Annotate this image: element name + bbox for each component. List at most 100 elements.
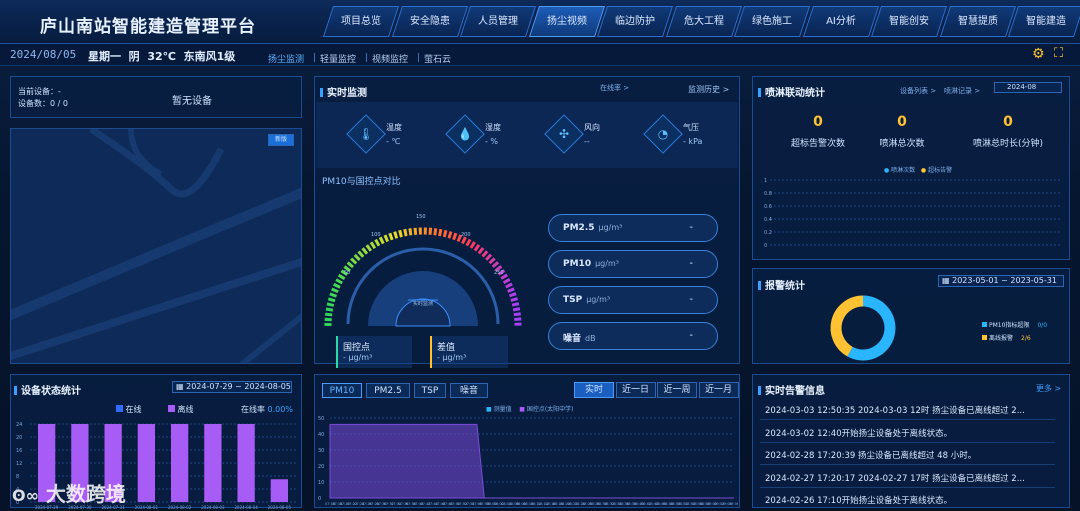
nav-tab-label: 绿色施工 [752, 16, 792, 27]
x-tick: 2024-08-05 [268, 505, 292, 510]
nav-tab[interactable]: 扬尘视频 [528, 6, 605, 37]
map-roads [11, 129, 301, 363]
map-badge[interactable]: 新版 [268, 134, 294, 146]
nav-tab-label: 危大工程 [683, 16, 724, 27]
no-device-text: 暂无设备 [172, 96, 212, 107]
alert-item[interactable]: 2024-03-03 12:50:35 2024-03-03 12时 扬尘设备已… [765, 404, 1055, 416]
nav-tab[interactable]: 项目总览 [322, 6, 400, 37]
trend-range-button[interactable]: 近一日 [615, 382, 656, 398]
y-tick: 20 [318, 464, 324, 470]
y-tick: 0.6 [764, 204, 772, 210]
subtab-light-monitor[interactable]: 轻量监控 [320, 52, 356, 65]
y-tick: 10 [318, 480, 324, 486]
pm10-gauge: 实时监测 50 100 150 200 250 [324, 214, 522, 327]
alerts-more-link[interactable]: 更多 > [1036, 383, 1061, 394]
area-national [329, 423, 734, 499]
trend-range-button[interactable]: 实时 [574, 382, 614, 398]
pollutant-pill: TSP μg/m³ - [548, 286, 718, 314]
alert-item[interactable]: 2024-02-27 17:20:17 2024-02-27 17时 扬尘设备已… [765, 472, 1055, 484]
y-tick: 40 [318, 432, 324, 438]
nav-tab-label: 扬尘视频 [546, 16, 587, 27]
device-date-range[interactable]: ▦ 2024-07-29 ~ 2024-08-05 [172, 381, 292, 393]
spray-stat-label: 喷淋总次数 [879, 139, 925, 149]
thermometer-icon-glyph: 🌡 [358, 127, 374, 141]
gauge-tick: 250 [494, 270, 504, 276]
nav-tab[interactable]: AI分析 [802, 6, 879, 37]
device-range-end: 2024-08-05 [244, 382, 291, 391]
y-tick: 0.2 [764, 230, 772, 236]
nav-tab[interactable]: 智慧提质 [939, 6, 1016, 37]
legend-square-icon [982, 335, 987, 340]
spray-title: 喷淋联动统计 [758, 84, 825, 99]
bar-offline [137, 424, 156, 502]
alert-item[interactable]: 2024-02-28 17:20:39 扬尘设备已离线超过 48 小时。 [765, 449, 1055, 461]
current-device-value: - [58, 87, 61, 96]
trend-tab[interactable]: PM10 [322, 383, 362, 398]
gear-icon[interactable]: ⚙ [1032, 46, 1048, 62]
nav-tab[interactable]: 危大工程 [665, 6, 742, 37]
nav-tab[interactable]: 绿色施工 [733, 6, 811, 37]
nav-tab-label: 智能建造 [1026, 16, 1066, 27]
subtab-dust-monitor[interactable]: 扬尘监测 [268, 52, 304, 65]
metric-value: -- [584, 137, 590, 146]
legend-square-icon [168, 405, 175, 412]
alarm-range-sep: ~ [1001, 276, 1008, 285]
device-count: 设备数：0 / 0 [18, 98, 68, 109]
watermark-icon: ʘ∞ [12, 486, 39, 505]
pill-value: - [689, 258, 693, 269]
national-point-box: 国控点 - μg/m³ [336, 336, 412, 368]
watermark-logo: ʘ∞ 大数跨境 [12, 478, 126, 507]
x-tick: 2024-08-02 [168, 505, 192, 510]
spray-record-link[interactable]: 喷淋记录 > [944, 86, 980, 96]
trend-tab[interactable]: TSP [414, 383, 446, 398]
wind: 东南风1级 [183, 50, 236, 63]
bar-offline [270, 479, 289, 502]
alarm-legend-value: 0/0 [1037, 322, 1048, 329]
trend-range-button[interactable]: 近一月 [698, 382, 739, 398]
y-tick: 30 [318, 448, 324, 454]
fullscreen-icon[interactable]: ⛶ [1054, 46, 1070, 62]
legend-online-label: 在线 [125, 405, 142, 414]
metric-label: 气压 [683, 123, 699, 132]
subtab-video-monitor[interactable]: 视频监控 [372, 52, 408, 65]
alarm-stats-title: 报警统计 [758, 277, 805, 292]
donut-slice [847, 295, 896, 361]
alerts-title: 实时告警信息 [758, 382, 825, 397]
nav-tab[interactable]: 人员管理 [459, 6, 537, 37]
pill-unit: μg/m³ [595, 259, 619, 268]
nav-tab[interactable]: 智能创安 [870, 6, 948, 37]
online-rate-link[interactable]: 在线率 > [600, 83, 629, 93]
trend-range-button[interactable]: 近一周 [657, 382, 697, 398]
metric-label: 风向 [584, 123, 600, 132]
x-tick: 09:06 [729, 502, 738, 506]
current-device-label: 当前设备： [18, 87, 58, 96]
nav-tab-label: 项目总览 [341, 16, 381, 27]
alert-divider [760, 486, 1055, 488]
trend-tab[interactable]: PM2.5 [366, 383, 410, 398]
site-map[interactable] [10, 128, 302, 364]
nav-tab[interactable]: 安全隐患 [391, 6, 468, 37]
nav-tab[interactable]: 智能建造 [1007, 6, 1080, 37]
device-status-title: 设备状态统计 [14, 382, 81, 397]
spray-device-link[interactable]: 设备列表 > [900, 86, 936, 96]
pill-value: - [689, 222, 693, 233]
bar-offline [204, 424, 222, 502]
y-tick: 1 [764, 178, 767, 184]
trend-tab[interactable]: 噪音 [450, 383, 488, 398]
y-tick: 50 [318, 416, 324, 422]
history-link[interactable]: 监测历史 > [688, 84, 729, 95]
alert-item[interactable]: 2024-02-26 17:10开始扬尘设备处于离线状态。 [765, 494, 1055, 506]
alarm-legend-item: 离线报警 2/6 [982, 333, 1031, 342]
alarm-legend-item: PM10指标超限 0/0 [982, 320, 1047, 329]
nav-tab[interactable]: 临边防护 [596, 6, 674, 37]
diff-value: - μg/m³ [437, 353, 467, 362]
pill-value: - [689, 330, 693, 341]
alert-item[interactable]: 2024-03-02 12:40开始扬尘设备处于离线状态。 [765, 427, 1055, 439]
alarm-date-range[interactable]: ▦ 2023-05-01 ~ 2023-05-31 [938, 275, 1064, 287]
metric-value: - % [485, 137, 499, 146]
gauge-tick: 150 [416, 214, 426, 220]
legend-offline-label: 离线 [177, 405, 194, 414]
spray-month-picker[interactable]: 2024-08 [994, 82, 1062, 93]
subtab-ezviz[interactable]: 萤石云 [424, 52, 451, 65]
watermark-text: 大数跨境 [45, 482, 126, 506]
